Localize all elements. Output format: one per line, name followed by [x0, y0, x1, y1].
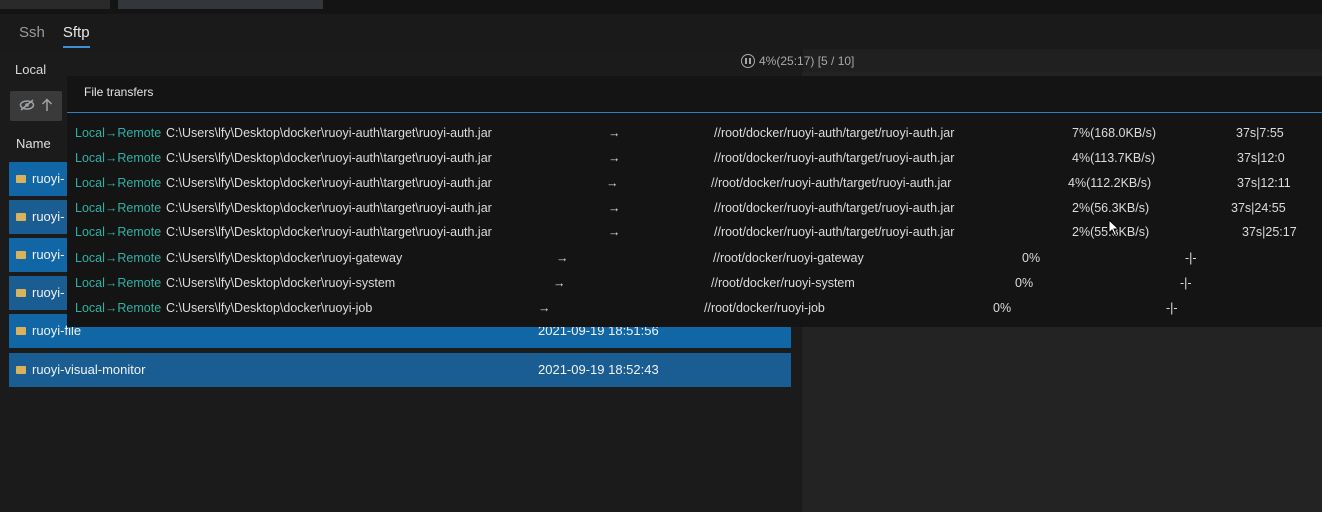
list-item[interactable]: ruoyi-visual-monitor 2021-09-19 18:52:43: [9, 353, 791, 387]
arrow-icon: →: [606, 176, 619, 190]
transfer-destination: //root/docker/ruoyi-gateway: [713, 251, 864, 265]
transfer-percent: 0%: [1015, 276, 1034, 290]
arrow-icon: →: [538, 301, 551, 315]
local-label: Local: [15, 62, 47, 77]
transfer-row[interactable]: Local→Remote C:\Users\lfy\Desktop\docker…: [67, 197, 1322, 221]
transfer-source: C:\Users\lfy\Desktop\docker\ruoyi-auth\t…: [166, 201, 492, 215]
transfer-time: -|-: [1185, 251, 1197, 265]
file-name: ruoyi-: [32, 171, 65, 186]
transfer-row[interactable]: Local→Remote C:\Users\lfy\Desktop\docker…: [67, 122, 1322, 146]
transfer-destination: //root/docker/ruoyi-job: [704, 301, 825, 315]
tab-sftp[interactable]: Sftp: [62, 24, 90, 48]
transfer-time: 37s|12:0: [1237, 151, 1285, 165]
transfer-destination: //root/docker/ruoyi-system: [711, 276, 855, 290]
transfer-time: 37s|12:11: [1237, 176, 1291, 190]
arrow-icon: →: [553, 276, 566, 290]
folder-icon: [16, 327, 26, 335]
remote-header: [803, 49, 1322, 72]
transfer-direction: Local→Remote: [75, 151, 162, 165]
transfer-row[interactable]: Local→Remote C:\Users\lfy\Desktop\docker…: [67, 297, 1322, 321]
transfer-direction: Local→Remote: [75, 276, 162, 290]
arrow-icon: →: [608, 225, 621, 239]
sftp-window: Ssh Sftp Local Name ruoyi- ruoyi- ruoyi-: [0, 0, 1322, 512]
transfer-status[interactable]: 4%(25:17) [5 / 10]: [741, 54, 854, 68]
transfer-progress-text: 4%(25:17) [5 / 10]: [759, 54, 855, 68]
transfer-time: -|-: [1180, 276, 1192, 290]
transfer-percent: 2%(56.3KB/s): [1072, 201, 1150, 215]
transfer-time: 37s|7:55: [1236, 126, 1284, 140]
local-toolbar: [10, 91, 62, 121]
transfer-percent: 0%: [993, 301, 1012, 315]
transfer-destination: //root/docker/ruoyi-auth/target/ruoyi-au…: [714, 126, 955, 140]
file-name: ruoyi-: [32, 209, 65, 224]
arrow-icon: →: [556, 251, 569, 265]
file-date: 2021-09-19 18:52:43: [538, 362, 659, 377]
arrow-up-icon[interactable]: [41, 97, 53, 115]
transfer-destination: //root/docker/ruoyi-auth/target/ruoyi-au…: [714, 225, 955, 239]
window-tab-active[interactable]: [118, 0, 323, 9]
transfer-time: 37s|24:55: [1231, 201, 1286, 215]
transfer-direction: Local→Remote: [75, 225, 162, 239]
transfer-destination: //root/docker/ruoyi-auth/target/ruoyi-au…: [711, 176, 952, 190]
divider: [67, 112, 1322, 113]
file-name: ruoyi-: [32, 247, 65, 262]
folder-icon: [16, 213, 26, 221]
transfer-row[interactable]: Local→Remote C:\Users\lfy\Desktop\docker…: [67, 247, 1322, 271]
transfer-percent: 4%(113.7KB/s): [1072, 151, 1156, 165]
mouse-cursor-icon: [1108, 218, 1120, 240]
transfer-direction: Local→Remote: [75, 201, 162, 215]
transfer-source: C:\Users\lfy\Desktop\docker\ruoyi-auth\t…: [166, 225, 492, 239]
folder-icon: [16, 366, 26, 374]
window-tab[interactable]: [0, 0, 110, 9]
transfer-direction: Local→Remote: [75, 176, 162, 190]
folder-icon: [16, 289, 26, 297]
pause-icon[interactable]: [741, 54, 755, 68]
arrow-icon: →: [608, 201, 621, 215]
top-tab-strip: [0, 0, 1322, 14]
arrow-icon: →: [608, 151, 621, 165]
file-name: ruoyi-: [32, 285, 65, 300]
folder-icon: [16, 251, 26, 259]
hide-icon[interactable]: [19, 98, 35, 115]
transfer-destination: //root/docker/ruoyi-auth/target/ruoyi-au…: [714, 151, 955, 165]
transfer-row[interactable]: Local→Remote C:\Users\lfy\Desktop\docker…: [67, 147, 1322, 171]
transfer-source: C:\Users\lfy\Desktop\docker\ruoyi-gatewa…: [166, 251, 403, 265]
column-header-name[interactable]: Name: [16, 136, 51, 151]
transfer-percent: 4%(112.2KB/s): [1068, 176, 1152, 190]
transfer-destination: //root/docker/ruoyi-auth/target/ruoyi-au…: [714, 201, 955, 215]
popup-title: File transfers: [84, 85, 154, 99]
tab-ssh[interactable]: Ssh: [19, 24, 45, 48]
transfer-time: -|-: [1166, 301, 1178, 315]
file-name: ruoyi-visual-monitor: [32, 362, 146, 377]
arrow-icon: →: [608, 126, 621, 140]
transfer-source: C:\Users\lfy\Desktop\docker\ruoyi-auth\t…: [166, 126, 492, 140]
transfer-time: 37s|25:17: [1242, 225, 1297, 239]
mode-tabs: Ssh Sftp: [19, 24, 90, 48]
transfer-direction: Local→Remote: [75, 126, 162, 140]
transfer-row[interactable]: Local→Remote C:\Users\lfy\Desktop\docker…: [67, 172, 1322, 196]
transfer-row[interactable]: Local→Remote C:\Users\lfy\Desktop\docker…: [67, 272, 1322, 296]
transfer-direction: Local→Remote: [75, 251, 162, 265]
transfer-source: C:\Users\lfy\Desktop\docker\ruoyi-job: [166, 301, 373, 315]
transfer-source: C:\Users\lfy\Desktop\docker\ruoyi-system: [166, 276, 396, 290]
transfer-row[interactable]: Local→Remote C:\Users\lfy\Desktop\docker…: [67, 221, 1322, 245]
transfer-source: C:\Users\lfy\Desktop\docker\ruoyi-auth\t…: [166, 151, 492, 165]
file-transfers-popup: File transfers Local→Remote C:\Users\lfy…: [67, 76, 1322, 327]
transfer-percent: 7%(168.0KB/s): [1072, 126, 1157, 140]
transfer-direction: Local→Remote: [75, 301, 162, 315]
folder-icon: [16, 175, 26, 183]
transfer-percent: 0%: [1022, 251, 1041, 265]
transfer-source: C:\Users\lfy\Desktop\docker\ruoyi-auth\t…: [166, 176, 492, 190]
